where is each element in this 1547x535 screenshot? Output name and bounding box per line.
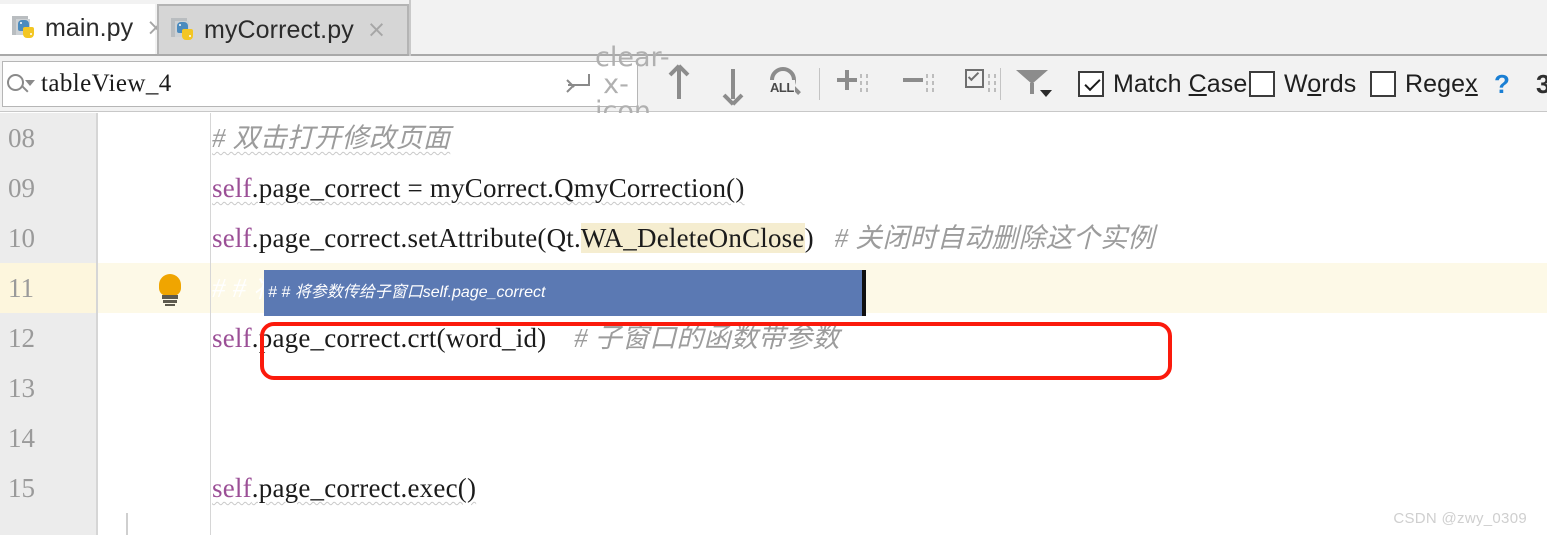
code-line-15[interactable]: 15 self.page_correct.exec(): [0, 463, 1547, 513]
plus-selection-icon: [835, 66, 881, 102]
code-segment-keyword: self: [212, 473, 252, 503]
line-number: 12: [8, 323, 35, 353]
find-next-button[interactable]: [712, 61, 754, 107]
regex-option[interactable]: Regex: [1370, 61, 1478, 107]
code-text: self.page_correct = myCorrect.QmyCorrect…: [212, 163, 745, 213]
code-text: self.page_correct.crt(word_id) # 子窗口的函数带…: [212, 313, 840, 363]
toolbar-divider: [819, 68, 820, 100]
line-number: 11: [8, 273, 34, 303]
code-segment-plain: .page_correct.exec(): [251, 473, 477, 503]
all-label: ALL: [769, 80, 795, 95]
add-selection-button[interactable]: [834, 61, 882, 107]
filter-button[interactable]: [1010, 61, 1058, 107]
match-case-checkbox[interactable]: [1078, 71, 1104, 97]
code-segment-plain: ): [804, 223, 814, 253]
words-checkbox[interactable]: [1249, 71, 1275, 97]
find-previous-button[interactable]: [658, 61, 700, 107]
toolbar-divider-2: [1000, 68, 1001, 100]
code-editor-area[interactable]: 08 # 双击打开修改页面 09 self.page_correct = myC…: [0, 113, 1547, 535]
line-number: 08: [8, 123, 35, 153]
code-segment-keyword: self: [212, 223, 252, 253]
search-field-container[interactable]: clear-x-icon: [2, 44, 670, 125]
selected-line-text: # # 将参数传给子窗口self.page_correct: [268, 284, 546, 301]
code-line-12[interactable]: 12 self.page_correct.crt(word_id) # 子窗口的…: [0, 313, 1547, 363]
select-all-button[interactable]: [962, 61, 1010, 107]
tab-main-py[interactable]: main.py ×: [0, 4, 166, 54]
arrow-down-icon: [722, 67, 744, 106]
search-icon[interactable]: [5, 71, 35, 97]
remove-selection-button[interactable]: [900, 61, 948, 107]
select-all-occurrences-button[interactable]: ALL: [762, 61, 808, 107]
line-number: 10: [8, 223, 35, 253]
code-line-09[interactable]: 09 self.page_correct = myCorrect.QmyCorr…: [0, 163, 1547, 213]
code-text: self.page_correct.exec(): [212, 463, 476, 513]
python-file-icon: [171, 18, 195, 42]
code-segment-comment: # 双击打开修改页面: [212, 123, 451, 153]
close-icon[interactable]: ×: [367, 18, 386, 42]
lightbulb-intention-icon[interactable]: [157, 274, 183, 306]
tab-bar-divider: [409, 0, 411, 56]
tab-mycorrect-py[interactable]: myCorrect.py ×: [157, 4, 409, 54]
line-number: 13: [8, 373, 35, 403]
find-toolbar: clear-x-icon ALL: [0, 44, 1547, 125]
regex-label: Regex: [1405, 69, 1478, 98]
ide-editor-window: main.py × myCorrect.py × clear-x-icon: [0, 0, 1547, 535]
text-caret: [862, 270, 866, 316]
code-segment-comment: # 子窗口的函数带参数: [546, 323, 840, 353]
search-input[interactable]: [35, 70, 561, 98]
gutter-divider-left: [96, 113, 98, 535]
gutter-divider-right: [210, 113, 211, 535]
line-number: 09: [8, 173, 35, 203]
match-case-option[interactable]: Match Case: [1078, 61, 1247, 107]
code-segment-plain: .page_correct.crt(word_id): [251, 323, 547, 353]
filter-icon: [1014, 66, 1054, 102]
code-segment-comment: # 关闭时自动删除这个实例: [813, 223, 1155, 253]
fold-region-line-top: [126, 513, 128, 535]
words-label: Words: [1284, 69, 1357, 98]
tab-label: main.py: [45, 13, 134, 42]
line-number: 15: [8, 473, 35, 503]
code-line-08[interactable]: 08 # 双击打开修改页面: [0, 113, 1547, 163]
code-segment-keyword: self: [212, 323, 252, 353]
checkbox-selection-icon: [963, 66, 1009, 102]
minus-selection-icon: [901, 66, 947, 102]
code-text: self.page_correct.setAttribute(Qt.WA_Del…: [212, 213, 1154, 263]
match-count: 3: [1536, 68, 1547, 99]
code-segment-identifier-highlight: WA_DeleteOnClose: [580, 223, 805, 253]
code-segment-plain: .page_correct.setAttribute(Qt.: [251, 223, 581, 253]
words-option[interactable]: Words: [1249, 61, 1356, 107]
line-number: 14: [8, 423, 35, 453]
code-line-10[interactable]: 10 self.page_correct.setAttribute(Qt.WA_…: [0, 213, 1547, 263]
editor-tab-bar: main.py × myCorrect.py ×: [0, 0, 1547, 56]
help-link[interactable]: ?: [1494, 61, 1510, 107]
enter-return-icon[interactable]: [561, 70, 595, 98]
watermark: CSDN @zwy_0309: [1393, 510, 1527, 527]
code-line-13[interactable]: 13: [0, 363, 1547, 413]
code-segment-plain: .page_correct = myCorrect.QmyCorrection(…: [251, 173, 745, 203]
code-text: # 双击打开修改页面: [212, 113, 450, 163]
arrow-up-icon: [668, 64, 690, 101]
match-case-label: Match Case: [1113, 69, 1248, 98]
tab-label: myCorrect.py: [204, 15, 354, 44]
code-segment-keyword: self: [212, 173, 252, 203]
python-file-icon: [12, 16, 36, 40]
regex-checkbox[interactable]: [1370, 71, 1396, 97]
magnifier-all-icon: ALL: [765, 66, 805, 102]
code-line-14[interactable]: 14: [0, 413, 1547, 463]
